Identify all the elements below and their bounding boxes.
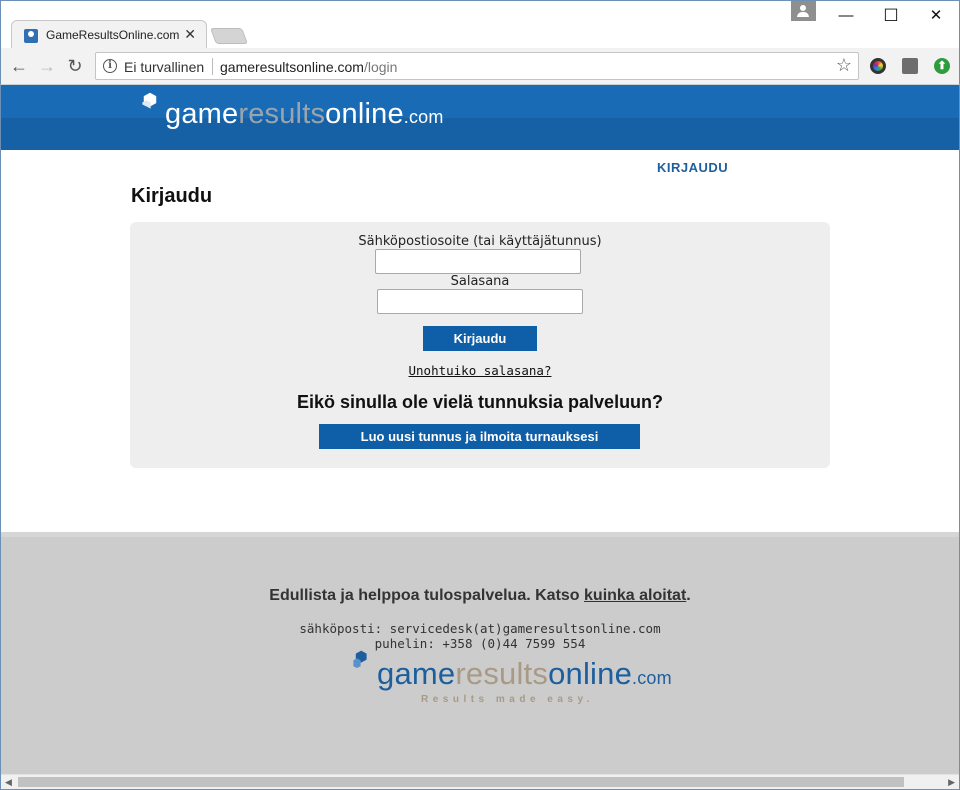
footer-logo-wordmark: gameresultsonline.com — [377, 656, 672, 691]
tab-close-icon[interactable]: ✕ — [184, 26, 196, 43]
footer-tagline-suffix: . — [686, 587, 691, 604]
scrollbar-thumb[interactable] — [18, 777, 904, 787]
site-favicon-icon — [24, 29, 38, 43]
footer-slogan: Results made easy. — [421, 694, 595, 705]
how-to-start-link[interactable]: kuinka aloitat — [584, 587, 686, 604]
login-button[interactable]: Kirjaudu — [423, 326, 537, 351]
login-panel: Sähköpostiosoite (tai käyttäjätunnus) Sa… — [130, 222, 830, 468]
footer-tagline: Edullista ja helppoa tulospalvelua. Kats… — [1, 587, 959, 605]
color-wheel-extension-icon[interactable] — [870, 58, 886, 74]
new-tab-button[interactable] — [210, 28, 248, 44]
star-icon[interactable]: ☆ — [836, 55, 852, 76]
maximize-button[interactable]: ☐ — [868, 5, 914, 27]
upload-extension-icon[interactable]: ⬆ — [934, 58, 950, 74]
forward-arrow-icon[interactable]: → — [35, 55, 59, 77]
security-status[interactable]: Ei turvallinen — [124, 59, 204, 75]
email-label: Sähköpostiosoite (tai käyttäjätunnus) — [358, 234, 602, 249]
scroll-right-icon[interactable]: ▶ — [948, 777, 955, 788]
register-button[interactable]: Luo uusi tunnus ja ilmoita turnauksesi — [319, 424, 640, 449]
tab-title: GameResultsOnline.com — [46, 28, 180, 42]
password-field[interactable] — [377, 289, 583, 314]
shopping-bag-extension-icon[interactable] — [902, 58, 918, 74]
reload-icon[interactable]: ↻ — [63, 55, 87, 77]
minimize-button[interactable]: — — [823, 5, 869, 27]
nav-login-link[interactable]: KIRJAUDU — [657, 160, 728, 175]
window-frame-left — [0, 85, 1, 790]
logo-cube-icon — [142, 92, 157, 109]
browser-tab[interactable]: GameResultsOnline.com ✕ — [11, 20, 207, 50]
browser-toolbar: ← → ↻ i Ei turvallinen gameresultsonline… — [0, 48, 960, 85]
scroll-left-icon[interactable]: ◀ — [5, 777, 12, 788]
email-field[interactable] — [375, 249, 581, 274]
page-title: Kirjaudu — [131, 185, 213, 207]
register-heading: Eikö sinulla ole vielä tunnuksia palvelu… — [296, 392, 664, 412]
footer-phone: puhelin: +358 (0)44 7599 554 — [374, 636, 586, 651]
site-footer: Edullista ja helppoa tulospalvelua. Kats… — [1, 532, 959, 774]
url-text[interactable]: gameresultsonline.com/login — [220, 59, 397, 75]
back-arrow-icon[interactable]: ← — [7, 55, 31, 77]
footer-tagline-prefix: Edullista ja helppoa tulospalvelua. Kats… — [269, 587, 585, 604]
address-bar[interactable]: i Ei turvallinen gameresultsonline.com/l… — [95, 52, 859, 80]
password-label: Salasana — [450, 274, 510, 289]
close-window-button[interactable]: ✕ — [913, 5, 959, 27]
forgot-password-link[interactable]: Unohtuiko salasana? — [409, 363, 552, 378]
browser-titlebar: GameResultsOnline.com ✕ — ☐ ✕ — [0, 0, 960, 50]
url-path: /login — [363, 59, 398, 75]
horizontal-scrollbar[interactable]: ◀ ▶ — [1, 774, 959, 789]
logo-wordmark: gameresultsonline.com — [165, 98, 444, 130]
url-host: gameresultsonline.com — [220, 59, 364, 75]
footer-email: sähköposti: servicedesk(at)gameresultson… — [299, 621, 661, 636]
info-icon[interactable]: i — [103, 59, 117, 73]
forgot-password-container: Unohtuiko salasana? — [130, 363, 830, 378]
profile-avatar-icon[interactable] — [791, 1, 816, 21]
footer-logo-cube-icon — [353, 650, 367, 668]
address-divider — [212, 58, 213, 75]
